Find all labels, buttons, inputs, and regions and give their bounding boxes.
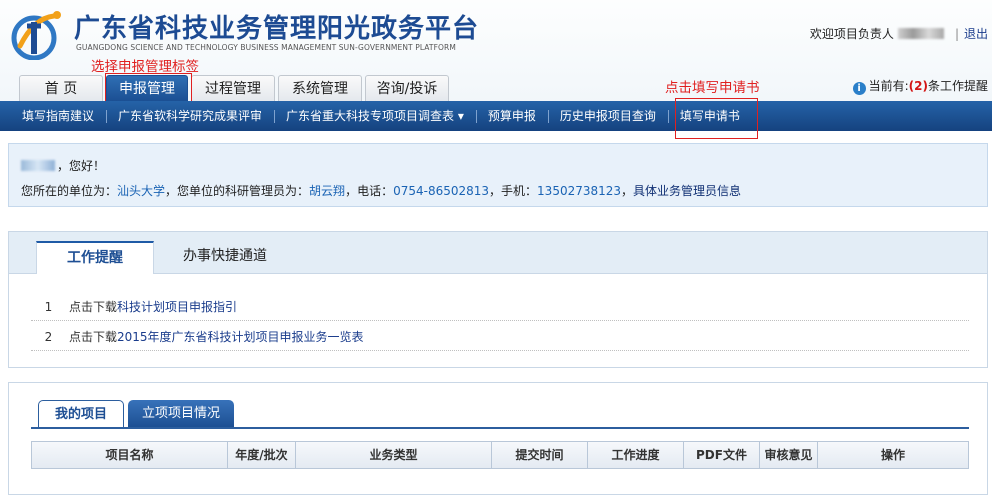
work-tabbar: 工作提醒 办事快捷通道 xyxy=(9,232,987,274)
welcome-text: 欢迎项目负责人 xyxy=(809,27,894,41)
col-pdf-file[interactable]: PDF文件 xyxy=(684,442,760,468)
tab-home[interactable]: 首 页 xyxy=(19,75,103,101)
subnav-history-query[interactable]: 历史申报项目查询 xyxy=(547,101,668,131)
sub-navigation: 填写指南建议 广东省软科学研究成果评审 广东省重大科技专项项目调查表 ▾ 预算申… xyxy=(0,101,992,131)
masked-name xyxy=(21,160,55,171)
site-subtitle: GUANGDONG SCIENCE AND TECHNOLOGY BUSINES… xyxy=(76,43,456,52)
work-reminder-panel: 工作提醒 办事快捷通道 1 点击下载科技计划项目申报指引 2 点击下载2015年度广… xyxy=(8,231,988,368)
tab-process-management[interactable]: 过程管理 xyxy=(191,75,275,101)
col-progress[interactable]: 工作进度 xyxy=(588,442,684,468)
unit-link[interactable]: 汕头大学 xyxy=(117,184,165,198)
subnav-major-project-survey[interactable]: 广东省重大科技专项项目调查表 ▾ xyxy=(274,101,476,131)
admin-info-link[interactable]: 具体业务管理员信息 xyxy=(633,184,741,198)
col-submit-time[interactable]: 提交时间 xyxy=(492,442,588,468)
col-operation[interactable]: 操作 xyxy=(818,442,968,468)
my-projects-panel: 我的项目 立项项目情况 项目名称 年度/批次 业务类型 提交时间 工作进度 PD… xyxy=(8,382,988,495)
tab-quick-channel[interactable]: 办事快捷通道 xyxy=(183,241,267,274)
download-guide-link[interactable]: 科技计划项目申报指引 xyxy=(117,300,237,314)
annotation-box-tab xyxy=(105,73,192,103)
col-year-batch[interactable]: 年度/批次 xyxy=(228,442,296,468)
greeting: ，您好！ xyxy=(57,159,106,173)
annotation-fill-form: 点击填写申请书 xyxy=(665,80,760,96)
admin-link[interactable]: 胡云翔 xyxy=(309,184,345,198)
projects-table-header: 项目名称 年度/批次 业务类型 提交时间 工作进度 PDF文件 审核意见 操作 xyxy=(31,441,969,469)
tab-system-management[interactable]: 系统管理 xyxy=(278,75,362,101)
alert-count: (2) xyxy=(908,79,928,93)
logout-link[interactable]: 退出 xyxy=(964,27,988,41)
col-review-opinion[interactable]: 审核意见 xyxy=(760,442,818,468)
annotation-select-tab: 选择申报管理标签 xyxy=(91,59,199,75)
user-info-panel: ，您好！ 您所在的单位为：汕头大学，您单位的科研管理员为：胡云翔，电话：0754… xyxy=(8,143,988,207)
subnav-budget-application[interactable]: 预算申报 xyxy=(475,101,548,131)
tab-my-projects[interactable]: 我的项目 xyxy=(38,400,124,428)
subnav-guide-suggestion[interactable]: 填写指南建议 xyxy=(10,101,106,131)
tab-consult-complaint[interactable]: 咨询/投诉 xyxy=(365,75,449,101)
masked-username xyxy=(897,28,944,39)
col-business-type[interactable]: 业务类型 xyxy=(296,442,492,468)
platform-logo-icon xyxy=(11,11,61,60)
info-icon: i xyxy=(852,82,866,95)
welcome-bar: 欢迎项目负责人 | 退出 xyxy=(809,27,988,41)
tab-work-reminder[interactable]: 工作提醒 xyxy=(36,241,154,274)
alert-suffix: 条工作提醒 xyxy=(927,79,988,93)
col-project-name[interactable]: 项目名称 xyxy=(32,442,228,468)
download-overview-link[interactable]: 2015年度广东省科技计划项目申报业务一览表 xyxy=(117,330,364,344)
main-tabs: 首 页 申报管理 过程管理 系统管理 咨询/投诉 xyxy=(19,75,449,101)
admin-mobile: 13502738123 xyxy=(537,184,622,198)
alert-prefix: 当前有: xyxy=(868,79,909,93)
tab-approved-projects[interactable]: 立项项目情况 xyxy=(128,400,234,428)
admin-phone: 0754-86502813 xyxy=(393,184,490,198)
subnav-soft-science-review[interactable]: 广东省软科学研究成果评审 xyxy=(106,101,274,131)
list-item: 2 点击下载2015年度广东省科技计划项目申报业务一览表 xyxy=(31,323,969,351)
site-title: 广东省科技业务管理阳光政务平台 xyxy=(74,14,480,44)
annotation-box-fill xyxy=(675,98,758,139)
work-alert[interactable]: i 当前有:(2)条工作提醒 xyxy=(852,77,988,95)
list-item: 1 点击下载科技计划项目申报指引 xyxy=(31,293,969,321)
